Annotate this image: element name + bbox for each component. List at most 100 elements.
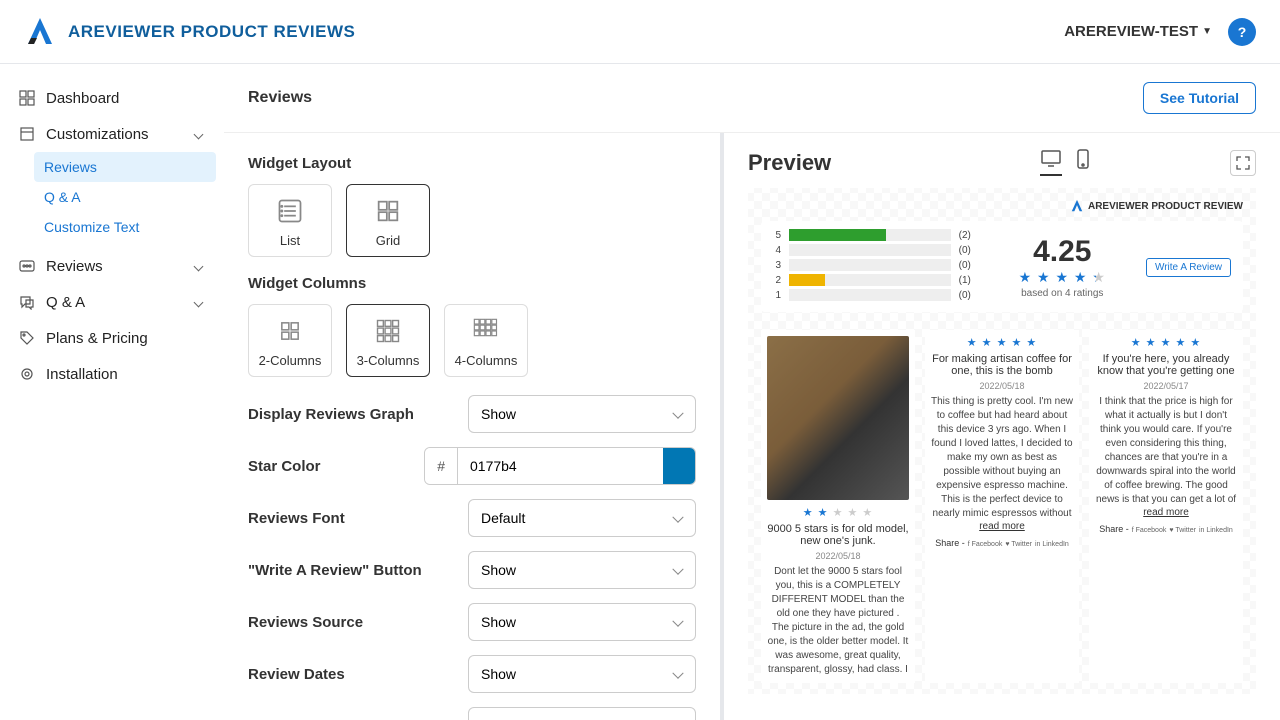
review-body: Dont let the 9000 5 stars fool you, this… bbox=[767, 565, 909, 677]
qa-icon bbox=[18, 293, 36, 311]
write-review-button[interactable]: Write A Review bbox=[1146, 258, 1231, 277]
rating-bar-row: 3(0) bbox=[773, 259, 979, 271]
review-body: I think that the price is high for what … bbox=[1095, 395, 1237, 507]
main-content: Reviews See Tutorial Widget Layout List … bbox=[224, 64, 1280, 720]
write-review-btn-select[interactable]: Show bbox=[468, 551, 696, 589]
hash-prefix: # bbox=[425, 448, 458, 484]
device-mobile-button[interactable] bbox=[1076, 149, 1090, 176]
reviews-font-label: Reviews Font bbox=[248, 510, 468, 527]
sidebar: Dashboard Customizations Reviews Q & A C… bbox=[0, 64, 224, 720]
preview-brand: AREVIEWER PRODUCT REVIEW bbox=[761, 199, 1243, 213]
grid-icon bbox=[374, 197, 402, 225]
widget-columns-label: Widget Columns bbox=[248, 275, 696, 292]
nav-label: Dashboard bbox=[46, 90, 206, 107]
subnav-reviews[interactable]: Reviews bbox=[34, 152, 216, 182]
help-button[interactable]: ? bbox=[1228, 18, 1256, 46]
share-row: Share -f Facebook♥ Twitterin LinkedIn bbox=[1095, 524, 1237, 534]
layout-option-list[interactable]: List bbox=[248, 184, 332, 257]
reviews-source-label: Reviews Source bbox=[248, 614, 468, 631]
installation-icon bbox=[18, 365, 36, 383]
review-image bbox=[767, 336, 909, 500]
nav-plans[interactable]: Plans & Pricing bbox=[8, 320, 216, 356]
reviews-icon bbox=[18, 257, 36, 275]
review-date: 2022/05/18 bbox=[931, 381, 1073, 391]
brand-title: AREVIEWER PRODUCT REVIEWS bbox=[68, 22, 355, 42]
nav-customizations[interactable]: Customizations bbox=[8, 116, 216, 152]
preview-frame: AREVIEWER PRODUCT REVIEW 5(2) 4(0) 3(0) 2(1… bbox=[748, 188, 1256, 694]
read-more-link[interactable]: read more bbox=[1095, 507, 1237, 518]
rating-bar-row: 4(0) bbox=[773, 244, 979, 256]
subnav-qa[interactable]: Q & A bbox=[34, 182, 216, 212]
layout-option-grid[interactable]: Grid bbox=[346, 184, 430, 257]
preview-panel: Preview AREVIEWER PRODUCT REVIEW 5(2) 4(0… bbox=[724, 133, 1280, 720]
star-color-label: Star Color bbox=[248, 458, 424, 475]
expand-preview-button[interactable] bbox=[1230, 150, 1256, 176]
rating-bars: 5(2) 4(0) 3(0) 2(1) 1(0) bbox=[773, 229, 979, 304]
pricing-icon bbox=[18, 329, 36, 347]
nav-dashboard[interactable]: Dashboard bbox=[8, 80, 216, 116]
reviews-font-select[interactable]: Default bbox=[468, 499, 696, 537]
review-card: ★ ★ ★ ★ ★ If you're here, you already kn… bbox=[1089, 330, 1243, 683]
option-label: List bbox=[280, 233, 300, 248]
account-name: AREREVIEW-TEST bbox=[1064, 23, 1198, 40]
columns-option-3[interactable]: 3-Columns bbox=[346, 304, 430, 377]
grid-2-icon bbox=[276, 317, 304, 345]
avg-score: 4.25 bbox=[1019, 235, 1106, 269]
app-header: AREVIEWER PRODUCT REVIEWS AREREVIEW-TEST… bbox=[0, 0, 1280, 64]
nav-installation[interactable]: Installation bbox=[8, 356, 216, 392]
display-graph-select[interactable]: Show bbox=[468, 395, 696, 433]
preview-title: Preview bbox=[748, 150, 1040, 176]
star-color-input[interactable] bbox=[458, 448, 663, 484]
write-review-btn-label: "Write A Review" Button bbox=[248, 562, 468, 579]
page-header: Reviews See Tutorial bbox=[224, 64, 1280, 133]
review-stars-icon: ★ ★ ★ ★ ★ bbox=[1095, 336, 1237, 349]
average-rating: 4.25 ★ ★ ★ ★ ★★ based on 4 ratings bbox=[1019, 235, 1106, 299]
reviews-source-select[interactable]: Show bbox=[468, 603, 696, 641]
option-label: 3-Columns bbox=[357, 353, 420, 368]
rating-bar-row: 1(0) bbox=[773, 289, 979, 301]
rating-bar-row: 5(2) bbox=[773, 229, 979, 241]
see-tutorial-button[interactable]: See Tutorial bbox=[1143, 82, 1256, 114]
columns-option-2[interactable]: 2-Columns bbox=[248, 304, 332, 377]
nav-label: Installation bbox=[46, 366, 206, 383]
account-dropdown[interactable]: AREREVIEW-TEST ▼ bbox=[1064, 23, 1212, 40]
avg-stars-icon: ★ ★ ★ ★ ★★ bbox=[1019, 269, 1106, 286]
option-label: Grid bbox=[376, 233, 401, 248]
share-row: Share -f Facebook♥ Twitterin LinkedIn bbox=[931, 538, 1073, 548]
list-icon bbox=[276, 197, 304, 225]
review-body: This thing is pretty cool. I'm new to co… bbox=[931, 395, 1073, 521]
page-title: Reviews bbox=[248, 89, 312, 107]
rating-bar-row: 2(1) bbox=[773, 274, 979, 286]
review-title: 9000 5 stars is for old model, new one's… bbox=[767, 523, 909, 547]
review-card: ★ ★ ★ ★ ★ 9000 5 stars is for old model,… bbox=[761, 330, 915, 683]
review-dates-select[interactable]: Show bbox=[468, 655, 696, 693]
nav-qa[interactable]: Q & A bbox=[8, 284, 216, 320]
review-stars-icon: ★ ★ ★ ★ ★ bbox=[931, 336, 1073, 349]
nav-label: Customizations bbox=[46, 126, 185, 143]
display-graph-label: Display Reviews Graph bbox=[248, 406, 468, 423]
subnav-customize-text[interactable]: Customize Text bbox=[34, 212, 216, 242]
nav-reviews[interactable]: Reviews bbox=[8, 248, 216, 284]
color-swatch[interactable] bbox=[663, 448, 695, 484]
dashboard-icon bbox=[18, 89, 36, 107]
review-stars-icon: ★ ★ ★ ★ ★ bbox=[767, 506, 909, 519]
brand: AREVIEWER PRODUCT REVIEWS bbox=[24, 16, 355, 48]
columns-option-4[interactable]: 4-Columns bbox=[444, 304, 528, 377]
device-desktop-button[interactable] bbox=[1040, 149, 1062, 176]
avg-based-text: based on 4 ratings bbox=[1019, 288, 1106, 299]
review-date: 2022/05/17 bbox=[1095, 381, 1237, 391]
reviews-grid: ★ ★ ★ ★ ★ 9000 5 stars is for old model,… bbox=[761, 330, 1243, 683]
share-buttons-select[interactable]: Show bbox=[468, 707, 696, 720]
star-color-input-group: # bbox=[424, 447, 696, 485]
option-label: 2-Columns bbox=[259, 353, 322, 368]
rating-summary: 5(2) 4(0) 3(0) 2(1) 1(0) 4.25 ★ ★ ★ ★ ★★ bas… bbox=[761, 221, 1243, 312]
review-title: For making artisan coffee for one, this … bbox=[931, 353, 1073, 377]
read-more-link[interactable]: read more bbox=[931, 521, 1073, 532]
review-date: 2022/05/18 bbox=[767, 551, 909, 561]
widget-layout-label: Widget Layout bbox=[248, 155, 696, 172]
grid-3-icon bbox=[374, 317, 402, 345]
grid-4-icon bbox=[472, 317, 500, 345]
nav-label: Plans & Pricing bbox=[46, 330, 206, 347]
review-title: If you're here, you already know that yo… bbox=[1095, 353, 1237, 377]
nav-label: Q & A bbox=[46, 294, 185, 311]
